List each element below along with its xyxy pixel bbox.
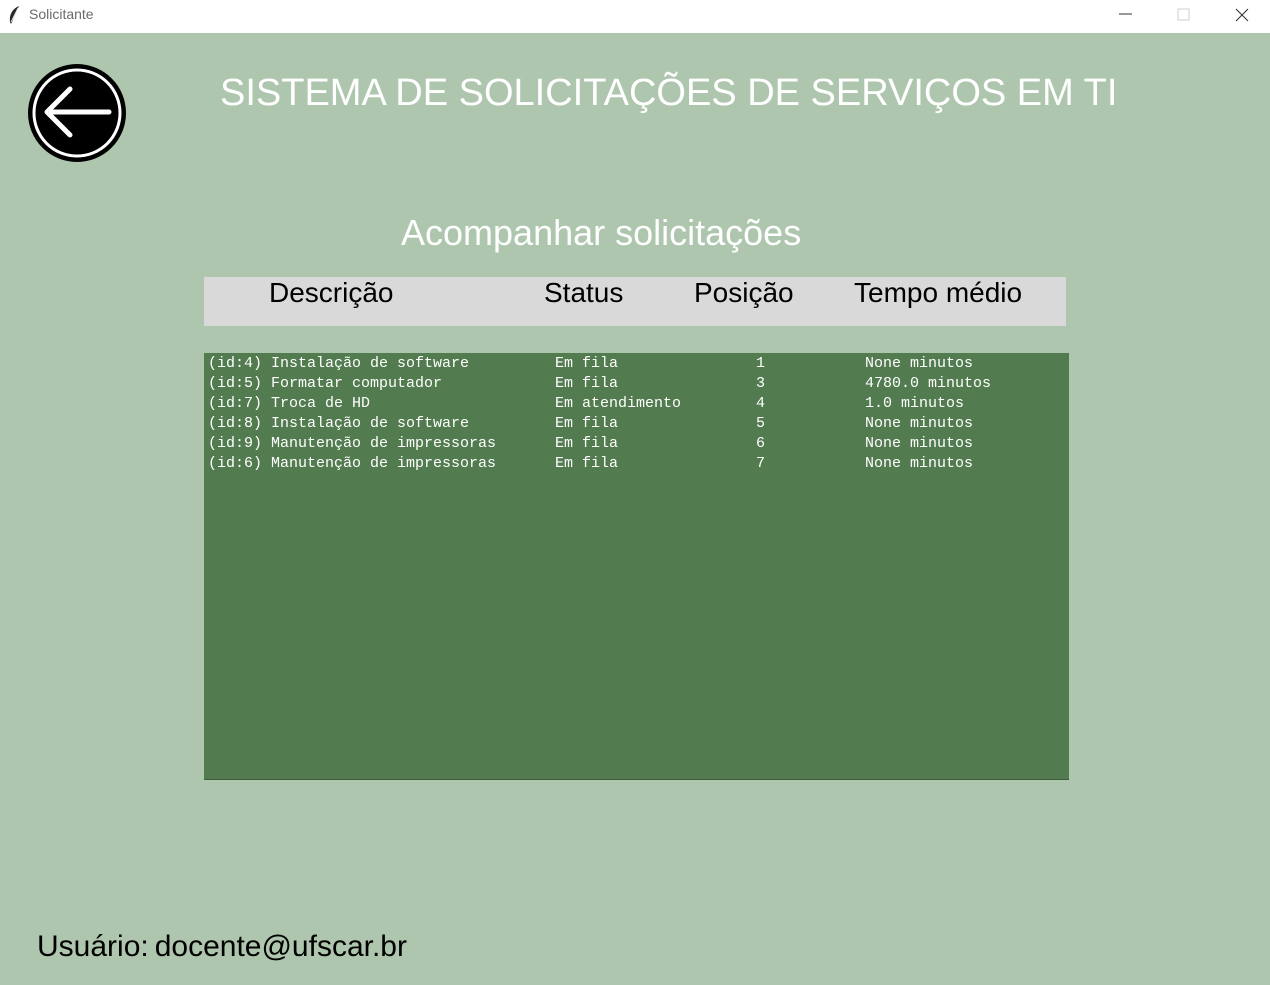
list-item[interactable]: (id:6) Manutenção de impressoras Em fila… <box>208 454 1063 474</box>
list-item[interactable]: (id:4) Instalação de software Em fila 1 … <box>208 354 1063 374</box>
close-button[interactable] <box>1213 0 1270 29</box>
close-icon <box>1235 8 1249 22</box>
request-description: (id:9) Manutenção de impressoras <box>208 435 497 452</box>
request-description: (id:5) Formatar computador <box>208 375 443 392</box>
request-position: 1 <box>756 355 766 372</box>
minimize-icon <box>1119 13 1132 15</box>
request-average-time: None minutos <box>865 415 974 432</box>
request-status: Em fila <box>555 435 619 452</box>
maximize-button[interactable] <box>1155 0 1213 29</box>
request-average-time: 4780.0 minutos <box>865 375 992 392</box>
request-status: Em fila <box>555 455 619 472</box>
window-titlebar: Solicitante <box>0 0 1270 33</box>
list-item[interactable]: (id:9) Manutenção de impressoras Em fila… <box>208 434 1063 454</box>
request-average-time: None minutos <box>865 355 974 372</box>
table-header: Descrição Status Posição Tempo médio <box>204 277 1066 326</box>
column-header-status: Status <box>544 277 624 308</box>
request-position: 4 <box>756 395 766 412</box>
back-button[interactable] <box>26 62 128 164</box>
request-average-time: None minutos <box>865 455 974 472</box>
user-label: Usuário: <box>37 930 149 963</box>
request-average-time: 1.0 minutos <box>865 395 965 412</box>
request-position: 7 <box>756 455 766 472</box>
page-title: Acompanhar solicitações <box>401 212 802 253</box>
request-description: (id:8) Instalação de software <box>208 415 470 432</box>
request-position: 5 <box>756 415 766 432</box>
user-info: Usuário: docente@ufscar.br <box>37 930 407 964</box>
request-status: Em atendimento <box>555 395 682 412</box>
column-header-tempo-medio: Tempo médio <box>854 277 1023 308</box>
app-title: SISTEMA DE SOLICITAÇÕES DE SERVIÇOS EM T… <box>220 72 1118 114</box>
back-arrow-icon <box>28 64 126 162</box>
request-description: (id:4) Instalação de software <box>208 355 470 372</box>
request-description: (id:6) Manutenção de impressoras <box>208 455 497 472</box>
list-item[interactable]: (id:7) Troca de HD Em atendimento 4 1.0 … <box>208 394 1063 414</box>
list-item[interactable]: (id:5) Formatar computador Em fila 3 478… <box>208 374 1063 394</box>
request-status: Em fila <box>555 355 619 372</box>
feather-icon <box>9 6 19 24</box>
request-status: Em fila <box>555 415 619 432</box>
minimize-button[interactable] <box>1097 0 1155 29</box>
list-item[interactable]: (id:8) Instalação de software Em fila 5 … <box>208 414 1063 434</box>
request-position: 3 <box>756 375 766 392</box>
window-title: Solicitante <box>29 6 94 22</box>
column-header-posicao: Posição <box>694 277 794 308</box>
user-email: docente@ufscar.br <box>154 930 407 963</box>
column-header-descricao: Descrição <box>269 277 394 308</box>
requests-listbox[interactable]: (id:4) Instalação de software Em fila 1 … <box>204 353 1069 780</box>
maximize-icon <box>1177 8 1190 21</box>
request-average-time: None minutos <box>865 435 974 452</box>
request-position: 6 <box>756 435 766 452</box>
request-description: (id:7) Troca de HD <box>208 395 371 412</box>
request-status: Em fila <box>555 375 619 392</box>
